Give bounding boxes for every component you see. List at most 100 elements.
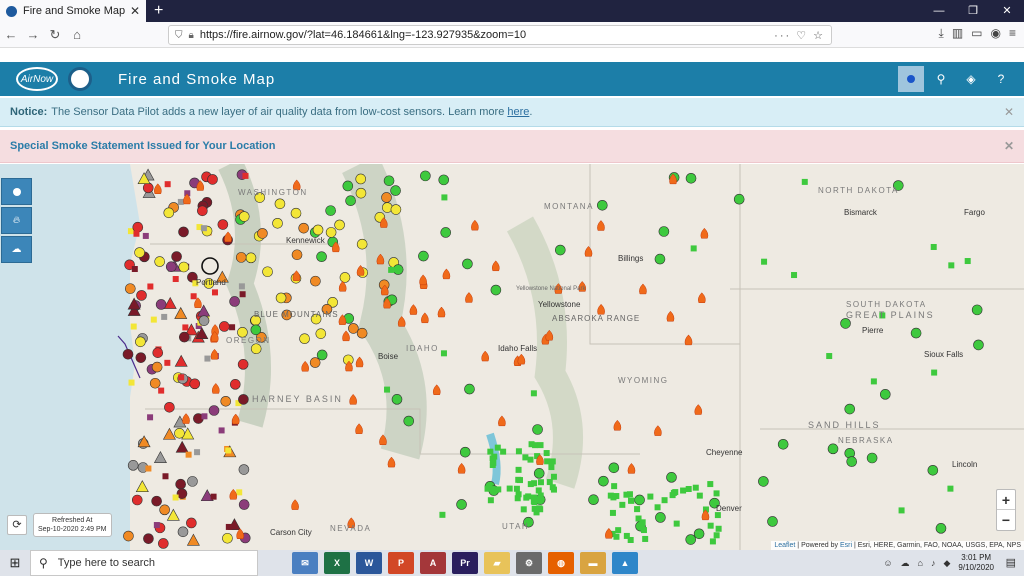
sensor-marker[interactable]	[930, 243, 937, 250]
close-window-icon[interactable]: ✕	[990, 0, 1024, 22]
volume-icon[interactable]: ♪	[931, 558, 936, 568]
sensor-marker[interactable]	[161, 313, 168, 320]
monitors-layer-button[interactable]	[1, 178, 32, 205]
fire-marker-icon[interactable]	[491, 260, 500, 272]
monitor-marker[interactable]	[462, 258, 473, 270]
fire-marker-icon[interactable]	[481, 350, 490, 362]
sensor-marker[interactable]	[626, 491, 633, 498]
sensor-marker[interactable]	[238, 283, 245, 290]
fire-marker-icon[interactable]	[471, 219, 479, 231]
monitor-marker[interactable]	[217, 219, 229, 230]
taskbar-search[interactable]: ⚲ Type here to search	[30, 550, 258, 576]
close-notice-icon[interactable]: ✕	[1004, 105, 1014, 119]
fire-marker-icon[interactable]	[421, 312, 429, 324]
sensor-marker[interactable]	[634, 506, 641, 513]
temporary-monitor-marker[interactable]	[186, 533, 200, 546]
sensor-marker[interactable]	[713, 532, 720, 539]
monitor-marker[interactable]	[348, 323, 359, 334]
monitor-marker[interactable]	[342, 180, 354, 192]
monitor-marker[interactable]	[355, 173, 367, 185]
monitor-marker[interactable]	[220, 395, 232, 407]
monitor-marker[interactable]	[383, 175, 395, 187]
smoke-layer-button[interactable]: ☁	[1, 236, 32, 263]
fire-marker-icon[interactable]	[597, 303, 605, 315]
smoke-statement-banner[interactable]: Special Smoke Statement Issued for Your …	[0, 130, 1024, 163]
sensor-marker[interactable]	[791, 272, 798, 279]
monitor-marker[interactable]	[175, 478, 186, 490]
monitor-marker[interactable]	[189, 378, 201, 390]
monitor-marker[interactable]	[315, 328, 327, 339]
sensor-marker[interactable]	[685, 485, 692, 492]
mail-app-icon[interactable]: ✉	[292, 552, 318, 574]
monitor-marker[interactable]	[174, 428, 185, 439]
monitor-marker[interactable]	[151, 361, 163, 373]
monitor-marker[interactable]	[309, 357, 321, 368]
monitor-marker[interactable]	[186, 517, 197, 529]
sensor-marker[interactable]	[715, 525, 722, 532]
sensor-marker[interactable]	[164, 181, 171, 188]
monitor-marker[interactable]	[291, 249, 303, 261]
sensor-marker[interactable]	[537, 479, 544, 486]
map-layer[interactable]	[0, 164, 1024, 550]
fire-marker-icon[interactable]	[698, 292, 706, 303]
sensor-marker[interactable]	[707, 522, 714, 529]
monitor-marker[interactable]	[666, 472, 677, 483]
monitor-marker[interactable]	[339, 272, 351, 283]
temporary-monitor-marker[interactable]	[175, 440, 189, 453]
sensor-marker[interactable]	[201, 413, 208, 420]
sensor-marker[interactable]	[130, 323, 137, 330]
sensor-marker[interactable]	[690, 245, 697, 252]
sensor-marker[interactable]	[182, 324, 189, 331]
monitor-marker[interactable]	[935, 523, 947, 534]
sensor-marker[interactable]	[242, 172, 249, 179]
sensor-marker[interactable]	[162, 473, 169, 480]
fire-marker-icon[interactable]	[432, 384, 441, 395]
monitor-marker[interactable]	[767, 516, 778, 527]
monitor-marker[interactable]	[588, 494, 599, 506]
monitor-marker[interactable]	[135, 352, 147, 363]
sensor-marker[interactable]	[627, 536, 634, 543]
sensor-marker[interactable]	[761, 258, 768, 265]
monitor-marker[interactable]	[151, 495, 162, 507]
word-app-icon[interactable]: W	[356, 552, 382, 574]
sensor-marker[interactable]	[546, 479, 553, 486]
folder-app-icon[interactable]: ▬	[580, 552, 606, 574]
monitor-marker[interactable]	[655, 512, 666, 523]
sensor-marker[interactable]	[190, 293, 197, 300]
monitor-marker[interactable]	[272, 217, 283, 229]
sensor-marker[interactable]	[527, 481, 534, 488]
monitor-marker[interactable]	[123, 530, 134, 542]
monitor-marker[interactable]	[299, 333, 310, 344]
monitor-marker[interactable]	[844, 403, 856, 415]
fire-marker-icon[interactable]	[356, 265, 365, 276]
help-button[interactable]: ?	[988, 66, 1014, 92]
firefox-app-icon[interactable]: ◍	[548, 552, 574, 574]
fire-marker-icon[interactable]	[182, 413, 190, 424]
sensor-marker[interactable]	[543, 450, 550, 457]
reload-icon[interactable]: ↻	[44, 27, 66, 43]
sensor-marker[interactable]	[211, 289, 218, 296]
sensor-marker[interactable]	[439, 511, 446, 518]
monitor-marker[interactable]	[910, 327, 922, 339]
sensor-marker[interactable]	[210, 493, 217, 500]
monitor-marker[interactable]	[179, 331, 190, 343]
sensor-marker[interactable]	[128, 379, 135, 386]
fire-marker-icon[interactable]	[349, 393, 357, 405]
sensor-marker[interactable]	[133, 230, 140, 237]
fire-marker-icon[interactable]	[419, 274, 427, 286]
fire-marker-icon[interactable]	[338, 280, 347, 292]
fire-marker-icon[interactable]	[231, 413, 240, 425]
monitor-marker[interactable]	[456, 499, 467, 510]
monitor-marker[interactable]	[235, 252, 247, 263]
sensor-marker[interactable]	[150, 316, 157, 323]
sensor-marker[interactable]	[525, 493, 532, 500]
sensor-marker[interactable]	[225, 447, 232, 454]
notice-link[interactable]: here	[507, 106, 529, 118]
sensor-marker[interactable]	[647, 493, 654, 500]
monitor-marker[interactable]	[598, 475, 609, 487]
sensor-marker[interactable]	[495, 486, 502, 493]
sensor-marker[interactable]	[153, 522, 160, 529]
fire-marker-icon[interactable]	[387, 456, 396, 468]
monitor-marker[interactable]	[391, 394, 403, 405]
photos-app-icon[interactable]: ▲	[612, 552, 638, 574]
